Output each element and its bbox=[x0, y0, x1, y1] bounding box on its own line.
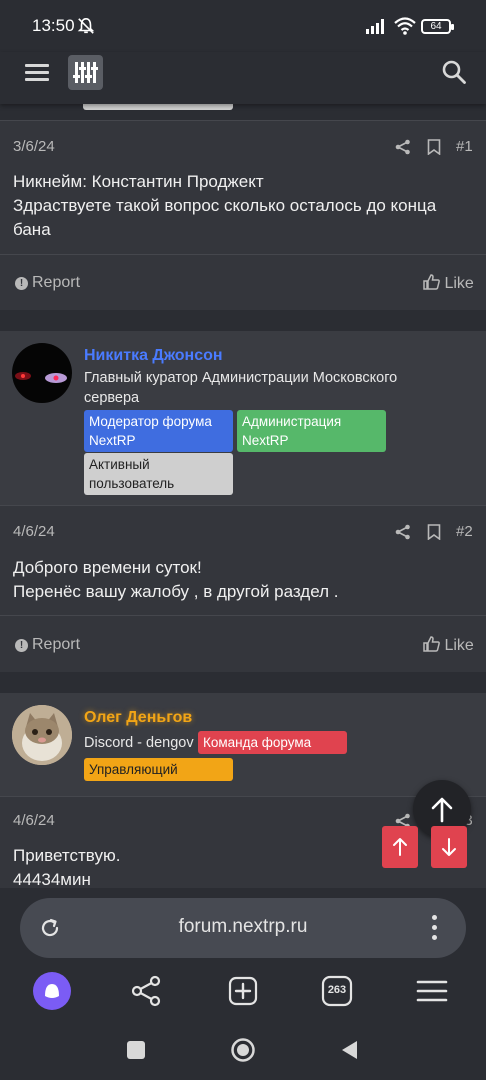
report-label: Report bbox=[32, 274, 81, 291]
badge-line: NextRP bbox=[89, 433, 136, 448]
badge-line: NextRP bbox=[242, 433, 289, 448]
share-icon[interactable] bbox=[128, 972, 166, 1010]
wifi-icon bbox=[394, 17, 416, 35]
recents-icon[interactable] bbox=[126, 1040, 146, 1060]
prev-post-button[interactable] bbox=[382, 826, 418, 868]
badge-moderator: Модератор форума NextRP bbox=[84, 410, 233, 452]
badge-line: Администрация bbox=[242, 414, 342, 429]
bell-muted-icon bbox=[77, 17, 95, 34]
search-icon[interactable] bbox=[441, 59, 467, 85]
arrow-up-icon bbox=[393, 838, 407, 856]
post-line: 44434мин bbox=[13, 870, 91, 888]
like-label: Like bbox=[444, 275, 474, 292]
author-title-line: Discord - dengov bbox=[84, 735, 194, 751]
post-date[interactable]: 3/6/24 bbox=[13, 138, 55, 155]
avatar[interactable] bbox=[12, 343, 72, 403]
menu-icon[interactable] bbox=[25, 64, 49, 82]
post-line: Перенёс вашу жалобу , в другой раздел . bbox=[13, 582, 339, 601]
browser-menu-icon[interactable] bbox=[413, 972, 451, 1010]
like-button[interactable]: Like bbox=[423, 274, 474, 293]
alert-icon: ! bbox=[15, 639, 28, 652]
author-name[interactable]: Никитка Джонсон bbox=[84, 347, 223, 365]
report-label: Report bbox=[32, 636, 81, 653]
status-bar: 13:50 64 bbox=[0, 0, 486, 52]
new-tab-icon[interactable] bbox=[224, 972, 262, 1010]
next-post-button[interactable] bbox=[431, 826, 467, 868]
author-title-line: сервера bbox=[84, 390, 140, 406]
post-line: Доброго времени суток! bbox=[13, 558, 202, 577]
author-title: Discord - dengov bbox=[84, 733, 199, 753]
thread-content: 3/6/24 #1 Никнейм: Константин Проджект З… bbox=[0, 104, 486, 888]
badge-forum-team: Команда форума bbox=[198, 731, 347, 754]
report-button[interactable]: ! Report bbox=[15, 636, 80, 654]
filter-button[interactable] bbox=[68, 55, 103, 90]
post-number[interactable]: #1 bbox=[456, 138, 473, 155]
avatar[interactable] bbox=[12, 705, 72, 765]
like-label: Like bbox=[444, 637, 474, 654]
bookmark-icon[interactable] bbox=[427, 139, 441, 155]
tabs-counter[interactable]: 263 bbox=[318, 972, 356, 1010]
like-button[interactable]: Like bbox=[423, 636, 474, 655]
post-number[interactable]: #2 bbox=[456, 523, 473, 540]
report-button[interactable]: ! Report bbox=[15, 274, 80, 292]
badge-line: Команда форума bbox=[203, 735, 312, 750]
post-body: Доброго времени суток! Перенёс вашу жало… bbox=[13, 556, 473, 604]
badge-manager: Управляющий bbox=[84, 758, 233, 781]
arrow-down-icon bbox=[442, 838, 456, 856]
post-date[interactable]: 4/6/24 bbox=[13, 812, 55, 829]
address-bar[interactable]: forum.nextrp.ru bbox=[20, 898, 466, 958]
user-badge-partial bbox=[83, 104, 233, 110]
back-icon[interactable] bbox=[340, 1039, 360, 1061]
post-line: бана bbox=[13, 220, 51, 239]
post-body: Никнейм: Константин Проджект Здраствуете… bbox=[13, 170, 473, 242]
post-1: 3/6/24 #1 Никнейм: Константин Проджект З… bbox=[0, 120, 486, 310]
post-date[interactable]: 4/6/24 bbox=[13, 523, 55, 540]
system-navigation-bar bbox=[0, 1012, 486, 1080]
badge-line: пользователь bbox=[89, 476, 175, 491]
battery-indicator: 64 bbox=[421, 19, 454, 34]
browser-toolbar: forum.nextrp.ru 263 bbox=[0, 888, 486, 1012]
share-icon[interactable] bbox=[395, 139, 411, 155]
author-title-line: Главный куратор Администрации Московског… bbox=[84, 370, 398, 386]
status-time: 13:50 bbox=[32, 16, 75, 35]
badge-line: Активный bbox=[89, 457, 150, 472]
thumbs-up-icon bbox=[423, 274, 440, 290]
home-icon[interactable] bbox=[230, 1037, 256, 1063]
bookmark-icon[interactable] bbox=[427, 524, 441, 540]
badge-administration: Администрация NextRP bbox=[237, 410, 386, 452]
badge-line: Модератор форума bbox=[89, 414, 212, 429]
post-line: Здраствуете такой вопрос сколько осталос… bbox=[13, 196, 437, 215]
post-line: Никнейм: Константин Проджект bbox=[13, 172, 264, 191]
more-options-icon[interactable] bbox=[432, 915, 438, 941]
badge-line: Управляющий bbox=[89, 762, 178, 777]
badge-active-user: Активный пользователь bbox=[84, 453, 233, 495]
post-header: 4/6/24 #2 bbox=[0, 521, 486, 561]
sliders-icon bbox=[73, 62, 98, 83]
forum-header bbox=[0, 52, 486, 104]
alice-assistant-icon[interactable] bbox=[33, 972, 71, 1010]
post-2: 4/6/24 #2 Доброго времени суток! Перенёс… bbox=[0, 505, 486, 672]
alert-icon: ! bbox=[15, 277, 28, 290]
tabs-count: 263 bbox=[327, 984, 347, 996]
share-icon[interactable] bbox=[395, 524, 411, 540]
post-author-block: Никитка Джонсон Главный куратор Админист… bbox=[0, 331, 486, 505]
signal-icon bbox=[366, 19, 384, 34]
author-name[interactable]: Олег Деньгов bbox=[84, 709, 192, 727]
url-text[interactable]: forum.nextrp.ru bbox=[20, 916, 466, 938]
author-title: Главный куратор Администрации Московског… bbox=[84, 368, 464, 408]
thumbs-up-icon bbox=[423, 636, 440, 652]
